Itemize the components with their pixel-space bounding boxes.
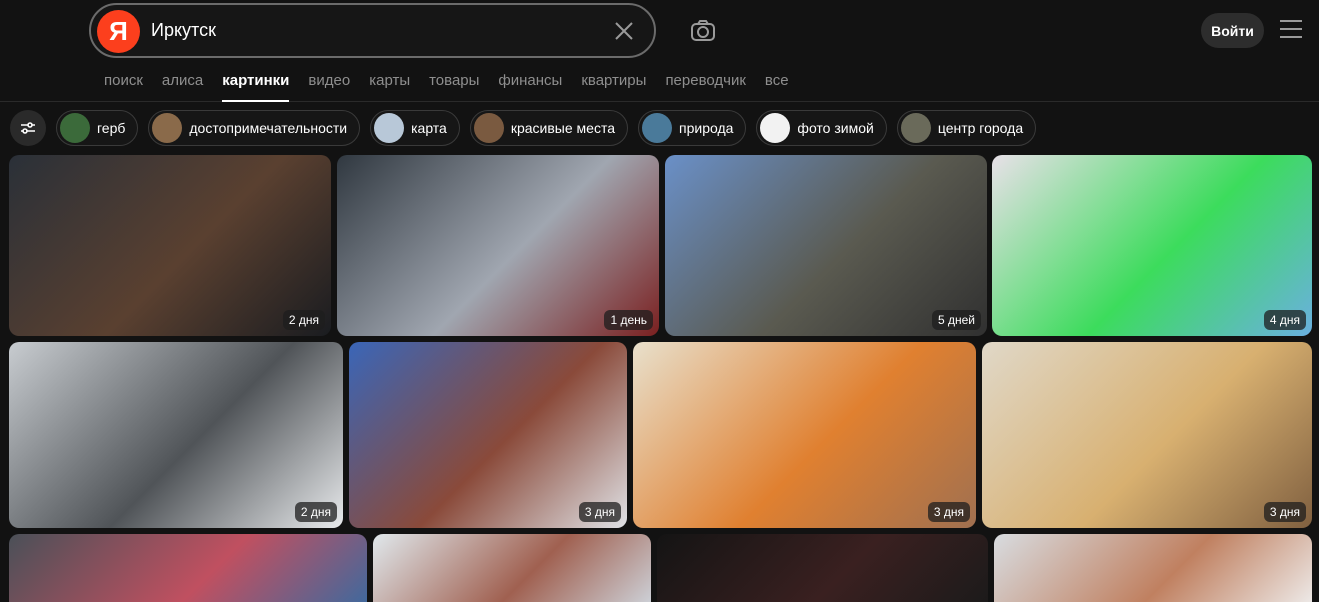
age-badge: 3 дня	[578, 502, 621, 522]
image-result[interactable]: 3 дня	[633, 342, 976, 528]
yandex-logo[interactable]: Я	[97, 10, 140, 53]
filter-chip-4[interactable]: природа	[638, 110, 747, 146]
image-result[interactable]: 1 день	[337, 155, 659, 336]
camera-search-icon[interactable]	[688, 16, 718, 46]
tab-6[interactable]: финансы	[498, 72, 562, 102]
search-input[interactable]: Иркутск	[151, 20, 216, 41]
age-badge: 5 дней	[931, 310, 981, 330]
age-badge: 3 дня	[1263, 502, 1306, 522]
tab-1[interactable]: алиса	[162, 72, 203, 102]
filter-chip-2[interactable]: карта	[370, 110, 460, 146]
sliders-icon	[21, 122, 35, 134]
tab-2[interactable]: картинки	[222, 72, 290, 102]
chip-label: красивые места	[510, 120, 615, 136]
image-result[interactable]	[657, 534, 988, 602]
filter-chip-3[interactable]: красивые места	[469, 110, 628, 146]
tab-7[interactable]: квартиры	[581, 72, 646, 102]
chip-label: природа	[679, 120, 734, 136]
close-icon[interactable]	[612, 19, 636, 43]
tab-9[interactable]: все	[765, 72, 789, 102]
filter-settings-button[interactable]	[10, 110, 46, 146]
chip-thumbnail	[473, 113, 504, 143]
filter-chip-5[interactable]: фото зимой	[756, 110, 887, 146]
tab-0[interactable]: поиск	[104, 72, 143, 102]
chip-label: фото зимой	[797, 120, 874, 136]
hamburger-menu-icon[interactable]	[1280, 20, 1302, 40]
chip-label: карта	[411, 120, 447, 136]
chip-label: центр города	[937, 120, 1024, 136]
chip-thumbnail	[60, 113, 90, 143]
chip-thumbnail	[642, 113, 672, 143]
tab-5[interactable]: товары	[429, 72, 479, 102]
chip-thumbnail	[374, 113, 405, 143]
image-result[interactable]: 5 дней	[665, 155, 987, 336]
login-button[interactable]: Войти	[1201, 13, 1264, 48]
filter-chips: герб достопримечательности карта красивые м…	[10, 110, 1046, 146]
search-bar[interactable]: Я Иркутск	[89, 3, 656, 58]
chip-thumbnail	[900, 113, 931, 143]
image-result[interactable]: 2 дня	[9, 342, 343, 528]
age-badge: 1 день	[604, 310, 653, 330]
tab-8[interactable]: переводчик	[665, 72, 745, 102]
filter-chip-6[interactable]: центр города	[896, 110, 1037, 146]
image-result[interactable]	[9, 534, 367, 602]
image-result[interactable]: 2 дня	[9, 155, 331, 336]
image-result[interactable]: 4 дня	[992, 155, 1312, 336]
filter-chip-1[interactable]: достопримечательности	[148, 110, 361, 146]
filter-chip-0[interactable]: герб	[56, 110, 139, 146]
image-result[interactable]	[994, 534, 1312, 602]
chip-thumbnail	[152, 113, 183, 143]
age-badge: 2 дня	[294, 502, 337, 522]
tab-3[interactable]: видео	[308, 72, 350, 102]
age-badge: 4 дня	[1263, 310, 1306, 330]
age-badge: 3 дня	[927, 502, 970, 522]
chip-label: достопримечательности	[189, 120, 348, 136]
chip-thumbnail	[760, 113, 791, 143]
age-badge: 2 дня	[282, 310, 325, 330]
image-result[interactable]	[373, 534, 651, 602]
image-result[interactable]: 3 дня	[349, 342, 627, 528]
chip-label: герб	[97, 120, 126, 136]
search-tabs: поиск алиса картинки видео карты товары финанс…	[104, 72, 808, 102]
tab-4[interactable]: карты	[369, 72, 410, 102]
header: Я Иркутск Войти поиск алиса картинки видео к…	[0, 0, 1319, 102]
image-result[interactable]: 3 дня	[982, 342, 1312, 528]
